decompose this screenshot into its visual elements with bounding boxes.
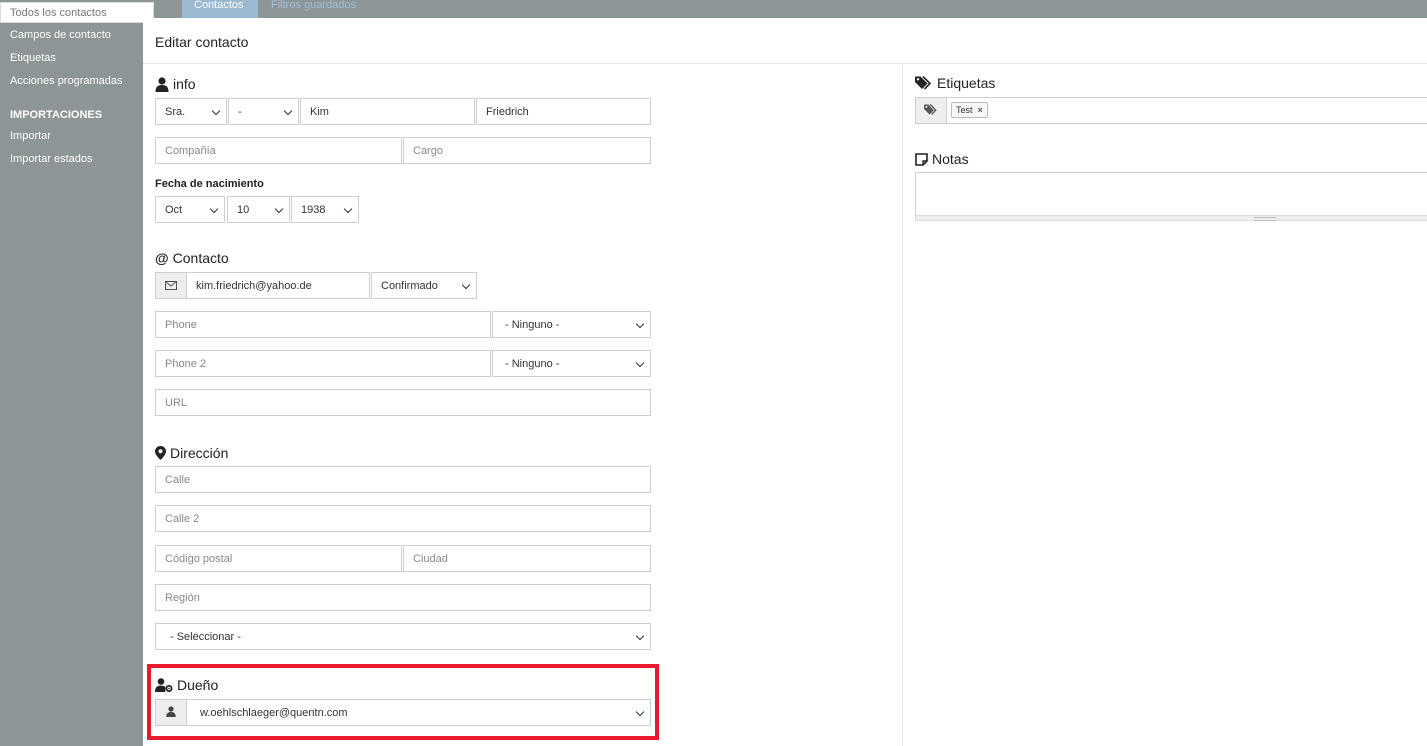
sidebar-item-all-contacts[interactable]: Todos los contactos: [0, 2, 154, 23]
section-info-title: info: [173, 76, 196, 92]
sidebar-item-tags[interactable]: Etiquetas: [10, 52, 56, 64]
section-address-title: Dirección: [170, 445, 229, 461]
sidebar-item-import-states[interactable]: Importar estados: [10, 153, 93, 165]
sidebar-heading-imports: IMPORTACIONES: [10, 109, 103, 121]
tab-contacts[interactable]: Contactos: [182, 0, 258, 18]
sidebar-item-import[interactable]: Importar: [10, 130, 51, 142]
tab-saved-filters[interactable]: Filtros guardados: [271, 0, 356, 11]
birth-month-select[interactable]: Oct: [155, 196, 225, 223]
phone-input[interactable]: Phone: [155, 311, 491, 338]
sidebar: Todos los contactos Campos de contacto E…: [0, 0, 154, 746]
notes-textarea[interactable]: [915, 172, 1427, 216]
country-select[interactable]: - Seleccionar -: [155, 623, 651, 650]
modal-title: Editar contacto: [155, 34, 249, 50]
street-input[interactable]: Calle: [155, 466, 651, 493]
section-contact-title: Contacto: [172, 250, 229, 266]
at-icon: @: [155, 250, 169, 266]
owner-highlight-box: [147, 664, 659, 740]
zip-input[interactable]: Código postal: [155, 545, 402, 572]
remove-tag-icon[interactable]: ×: [978, 105, 983, 115]
birth-year-select[interactable]: 1938: [291, 196, 359, 223]
envelope-icon: [165, 277, 177, 295]
tags-icon: [924, 102, 938, 120]
column-divider: [902, 64, 903, 746]
email-input[interactable]: kim.friedrich@yahoo.de: [186, 272, 370, 299]
region-input[interactable]: Región: [155, 584, 651, 611]
email-addon: [155, 272, 187, 299]
section-notes-heading: Notas: [915, 151, 969, 167]
tags-addon: [915, 97, 947, 124]
birth-day-select[interactable]: 10: [227, 196, 290, 223]
sidebar-item-contact-fields[interactable]: Campos de contacto: [10, 29, 111, 41]
section-tags-heading: Etiquetas: [915, 75, 995, 91]
email-status-select[interactable]: Confirmado: [371, 272, 477, 299]
sidebar-item-label: Todos los contactos: [10, 7, 107, 19]
section-info-heading: info: [155, 76, 196, 92]
salutation-select[interactable]: Sra.: [155, 98, 227, 125]
section-address-heading: Dirección: [155, 445, 228, 461]
position-input[interactable]: Cargo: [403, 137, 651, 164]
modal-header-divider: [143, 63, 1427, 64]
city-input[interactable]: Ciudad: [403, 545, 651, 572]
street2-input[interactable]: Calle 2: [155, 505, 651, 532]
company-input[interactable]: Compañía: [155, 137, 402, 164]
edit-contact-modal: Editar contacto info Sra. - Kim Friedric…: [143, 18, 1427, 746]
section-tags-title: Etiquetas: [937, 75, 996, 91]
birthdate-label: Fecha de nacimiento: [155, 178, 264, 190]
last-name-input[interactable]: Friedrich: [476, 98, 651, 125]
sidebar-item-scheduled-actions[interactable]: Acciones programadas: [10, 75, 123, 87]
title-select[interactable]: -: [228, 98, 299, 125]
phone2-type-select[interactable]: - Ninguno -: [492, 350, 651, 377]
tag-label: Test: [956, 105, 973, 115]
tag-chip: Test ×: [951, 102, 988, 118]
map-marker-icon: [155, 446, 166, 460]
url-input[interactable]: URL: [155, 389, 651, 416]
phone2-input[interactable]: Phone 2: [155, 350, 491, 377]
tags-icon: [915, 76, 933, 90]
phone-type-select[interactable]: - Ninguno -: [492, 311, 651, 338]
user-icon: [155, 76, 169, 92]
first-name-input[interactable]: Kim: [300, 98, 475, 125]
tags-input[interactable]: Test ×: [946, 97, 1427, 124]
section-contact-heading: @ Contacto: [155, 250, 229, 266]
sticky-note-icon: [915, 152, 928, 166]
section-notes-title: Notas: [932, 151, 969, 167]
notes-resize-handle[interactable]: [915, 215, 1427, 221]
